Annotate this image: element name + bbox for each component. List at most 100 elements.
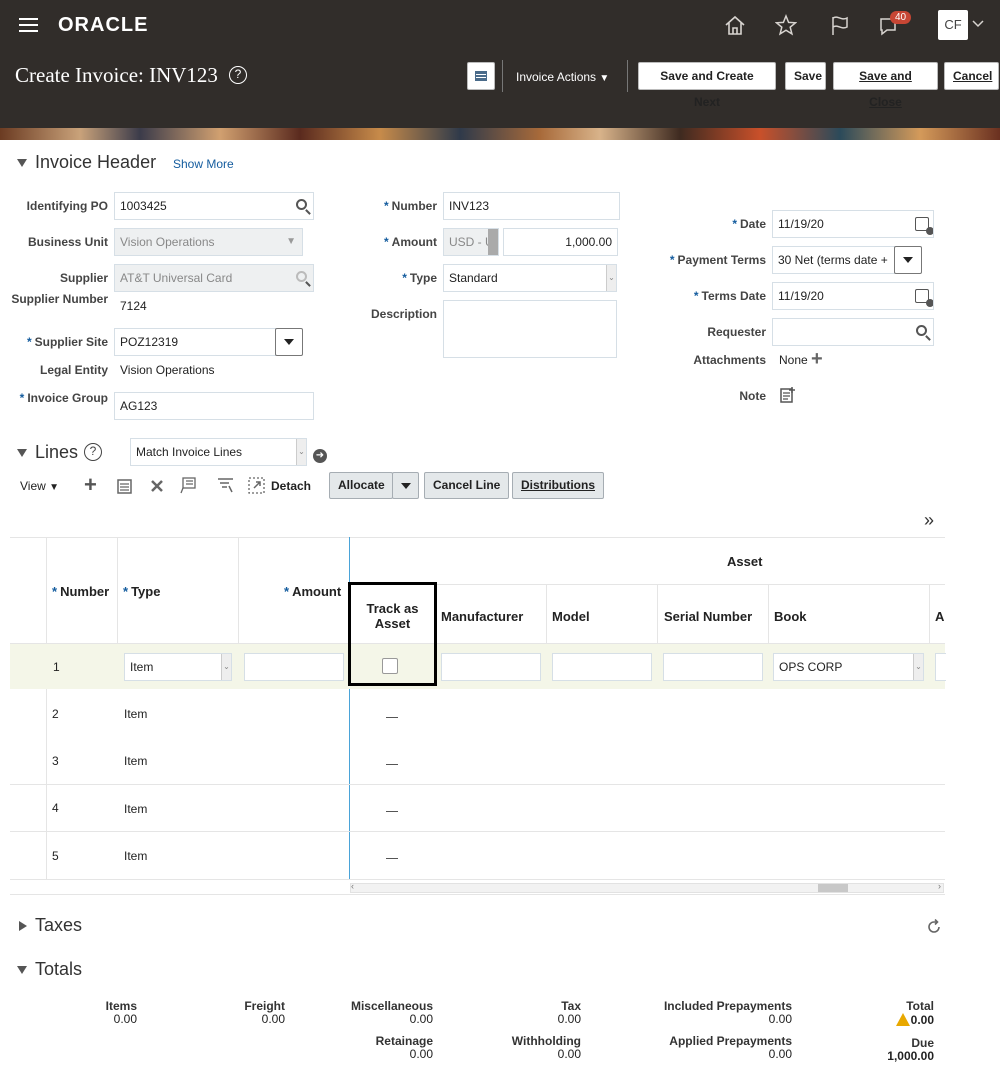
save-and-close-button[interactable]: Save and Close bbox=[833, 62, 938, 109]
column-header-manufacturer[interactable]: Manufacturer bbox=[441, 609, 523, 624]
edit-icon[interactable] bbox=[117, 478, 133, 494]
match-invoice-lines-value: Match Invoice Lines bbox=[136, 445, 243, 459]
retainage-value: 0.00 bbox=[409, 1047, 433, 1061]
chevron-down-icon[interactable] bbox=[972, 20, 984, 28]
column-header-type[interactable]: * Type bbox=[123, 584, 160, 599]
currency-value: USD - U bbox=[449, 235, 494, 249]
detach-button[interactable]: Detach bbox=[271, 479, 311, 493]
collapse-icon bbox=[17, 966, 27, 975]
query-filter-icon[interactable] bbox=[217, 477, 234, 494]
horizontal-scrollbar[interactable]: ‹ › bbox=[350, 881, 944, 893]
expand-columns-icon[interactable]: » bbox=[924, 510, 934, 531]
detach-icon[interactable] bbox=[248, 477, 265, 494]
table-row[interactable] bbox=[10, 690, 945, 737]
match-invoice-lines-select[interactable]: Match Invoice Lines ⌄ bbox=[130, 438, 307, 466]
supplier-site-label-text: Supplier Site bbox=[34, 335, 108, 349]
add-row-icon[interactable]: + bbox=[84, 474, 97, 496]
scrollbar-thumb[interactable] bbox=[818, 884, 848, 892]
model-input[interactable] bbox=[552, 653, 652, 681]
search-icon[interactable] bbox=[916, 325, 927, 336]
required-indicator: * bbox=[384, 235, 389, 249]
column-header-amount[interactable]: * Amount bbox=[284, 584, 341, 599]
view-menu[interactable]: View ▼ bbox=[20, 479, 59, 493]
page-title: Create Invoice: INV123 bbox=[15, 63, 218, 87]
serial-number-input[interactable] bbox=[663, 653, 763, 681]
invoice-header-section-toggle[interactable]: Invoice Header bbox=[17, 152, 156, 173]
column-header-number[interactable]: * Number bbox=[52, 584, 109, 599]
save-and-create-next-button[interactable]: Save and Create Next bbox=[638, 62, 776, 109]
requester-label: Requester bbox=[707, 325, 766, 339]
book-select[interactable]: OPS CORP ⌄ bbox=[773, 653, 924, 681]
invoice-date-input[interactable]: 11/19/20 bbox=[772, 210, 934, 238]
divider bbox=[10, 879, 945, 880]
supplier-site-dropdown-button[interactable] bbox=[275, 328, 303, 356]
track-as-asset-empty bbox=[386, 717, 398, 718]
line-type-select[interactable]: Item ⌄ bbox=[124, 653, 232, 681]
home-icon[interactable] bbox=[724, 14, 746, 36]
column-header-book[interactable]: Book bbox=[774, 609, 807, 624]
business-unit-label: Business Unit bbox=[27, 235, 108, 249]
invoice-type-select[interactable]: Standard ⌄ bbox=[443, 264, 617, 292]
line-amount-input[interactable] bbox=[244, 653, 344, 681]
table-row[interactable] bbox=[10, 737, 945, 784]
number-label-text: Number bbox=[391, 199, 437, 213]
payment-terms-dropdown-button[interactable] bbox=[894, 246, 922, 274]
allocate-button[interactable]: Allocate bbox=[329, 472, 393, 499]
type-label-text: Type bbox=[409, 271, 437, 285]
favorites-star-icon[interactable] bbox=[775, 14, 797, 36]
calendar-icon[interactable] bbox=[915, 289, 933, 307]
add-note-icon[interactable] bbox=[780, 387, 796, 403]
required-indicator: * bbox=[123, 584, 129, 599]
help-icon[interactable]: ? bbox=[84, 443, 102, 461]
totals-section-toggle[interactable]: Totals bbox=[17, 959, 82, 980]
invoice-actions-menu[interactable]: Invoice Actions ▼ bbox=[516, 70, 609, 84]
column-header-serial-number[interactable]: Serial Number bbox=[664, 609, 752, 624]
save-button[interactable]: Save bbox=[785, 62, 826, 90]
collapse-icon bbox=[17, 159, 27, 168]
distributions-button[interactable]: Distributions bbox=[512, 472, 604, 499]
next-column-input[interactable] bbox=[935, 653, 946, 681]
invoice-group-input[interactable]: AG123 bbox=[114, 392, 314, 420]
refresh-icon[interactable] bbox=[926, 919, 942, 935]
table-row[interactable] bbox=[10, 785, 945, 832]
business-unit-value: Vision Operations bbox=[120, 235, 215, 249]
requester-input[interactable] bbox=[772, 318, 934, 346]
menu-icon[interactable] bbox=[19, 14, 38, 36]
search-icon[interactable] bbox=[296, 199, 307, 210]
currency-select[interactable]: USD - U bbox=[443, 228, 499, 256]
scroll-right-icon[interactable]: › bbox=[938, 881, 941, 891]
identifying-po-input[interactable]: 1003425 bbox=[114, 192, 314, 220]
payment-terms-input[interactable]: 30 Net (terms date + bbox=[772, 246, 895, 274]
split-line-icon[interactable] bbox=[180, 477, 197, 494]
delete-icon[interactable] bbox=[150, 479, 164, 493]
lines-section-toggle[interactable]: Lines bbox=[17, 442, 78, 463]
divider bbox=[502, 60, 503, 92]
scroll-left-icon[interactable]: ‹ bbox=[351, 881, 354, 891]
supplier-value: AT&T Universal Card bbox=[120, 271, 233, 285]
calendar-icon[interactable] bbox=[915, 217, 933, 235]
track-as-asset-empty bbox=[386, 811, 398, 812]
amount-input[interactable]: 1,000.00 bbox=[503, 228, 618, 256]
help-icon[interactable]: ? bbox=[229, 66, 247, 84]
invoice-number-input[interactable]: INV123 bbox=[443, 192, 620, 220]
line-type-value: Item bbox=[130, 660, 154, 674]
column-header-model[interactable]: Model bbox=[552, 609, 590, 624]
taxes-section-toggle[interactable]: Taxes bbox=[19, 915, 82, 936]
allocate-menu-button[interactable] bbox=[392, 472, 419, 499]
go-arrow-icon[interactable]: ➜ bbox=[313, 449, 327, 463]
show-more-link[interactable]: Show More bbox=[173, 157, 234, 171]
view-mode-button[interactable] bbox=[467, 62, 495, 90]
manufacturer-input[interactable] bbox=[441, 653, 541, 681]
cancel-button[interactable]: Cancel bbox=[944, 62, 999, 90]
description-textarea[interactable] bbox=[443, 300, 617, 358]
terms-date-input[interactable]: 11/19/20 bbox=[772, 282, 934, 310]
user-avatar[interactable]: CF bbox=[938, 10, 968, 40]
supplier-site-input[interactable]: POZ12319 bbox=[114, 328, 276, 356]
watchlist-flag-icon[interactable] bbox=[829, 14, 851, 36]
terms-date-label: * Terms Date bbox=[640, 289, 766, 303]
add-attachment-icon[interactable]: + bbox=[811, 349, 823, 369]
line-number: 3 bbox=[52, 754, 59, 768]
table-row[interactable] bbox=[10, 832, 945, 879]
column-header-next[interactable]: A bbox=[935, 609, 944, 624]
cancel-line-button[interactable]: Cancel Line bbox=[424, 472, 510, 499]
